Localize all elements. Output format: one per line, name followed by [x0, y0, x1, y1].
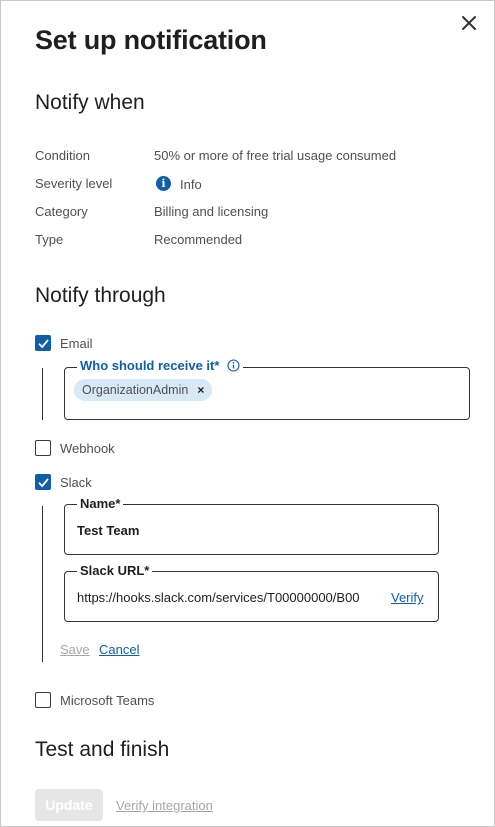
recipient-field[interactable]: Who should receive it* OrganizationAdmin…: [64, 359, 470, 420]
recipient-chip: OrganizationAdmin ×: [74, 379, 213, 401]
notify-through-heading: Notify through: [35, 284, 166, 307]
info-icon: i: [156, 176, 171, 191]
type-value: Recommended: [154, 232, 243, 247]
close-icon[interactable]: [459, 13, 479, 33]
severity-label: Severity level: [35, 176, 113, 191]
verify-link[interactable]: Verify: [391, 590, 424, 605]
info-circle-icon[interactable]: [227, 359, 240, 375]
slack-url-value: https://hooks.slack.com/services/T000000…: [77, 590, 360, 605]
type-label: Type: [35, 232, 64, 247]
slack-indent-line: [42, 506, 43, 662]
slack-checkbox[interactable]: [35, 474, 51, 490]
slack-url-field[interactable]: Slack URL* https://hooks.slack.com/servi…: [64, 564, 439, 622]
webhook-checkbox[interactable]: [35, 440, 51, 456]
condition-value: 50% or more of free trial usage consumed: [154, 148, 397, 163]
email-label: Email: [60, 336, 93, 351]
email-checkbox[interactable]: [35, 335, 51, 351]
recipient-field-label: Who should receive it*: [80, 358, 220, 373]
slack-name-label: Name*: [80, 496, 121, 511]
slack-name-value: Test Team: [77, 523, 140, 538]
slack-name-field[interactable]: Name* Test Team: [64, 497, 439, 555]
email-indent-line: [42, 368, 43, 420]
notification-panel: Set up notification Notify when Conditio…: [0, 0, 495, 827]
update-button[interactable]: Update: [35, 789, 103, 821]
webhook-label: Webhook: [60, 441, 115, 456]
slack-label: Slack: [60, 475, 92, 490]
teams-label: Microsoft Teams: [60, 693, 155, 708]
recipient-chip-label: OrganizationAdmin: [82, 383, 189, 397]
severity-value: Info: [180, 177, 202, 192]
verify-integration-link[interactable]: Verify integration: [116, 798, 213, 813]
category-label: Category: [35, 204, 88, 219]
recipient-field-legend: Who should receive it*: [77, 359, 243, 375]
save-link[interactable]: Save: [60, 642, 90, 657]
category-value: Billing and licensing: [154, 204, 269, 219]
teams-checkbox[interactable]: [35, 692, 51, 708]
test-and-finish-heading: Test and finish: [35, 738, 170, 761]
condition-label: Condition: [35, 148, 90, 163]
slack-url-label: Slack URL*: [80, 563, 150, 578]
page-title: Set up notification: [35, 25, 267, 55]
chip-remove-icon[interactable]: ×: [197, 383, 204, 397]
cancel-link[interactable]: Cancel: [99, 642, 139, 657]
notify-when-heading: Notify when: [35, 91, 145, 114]
